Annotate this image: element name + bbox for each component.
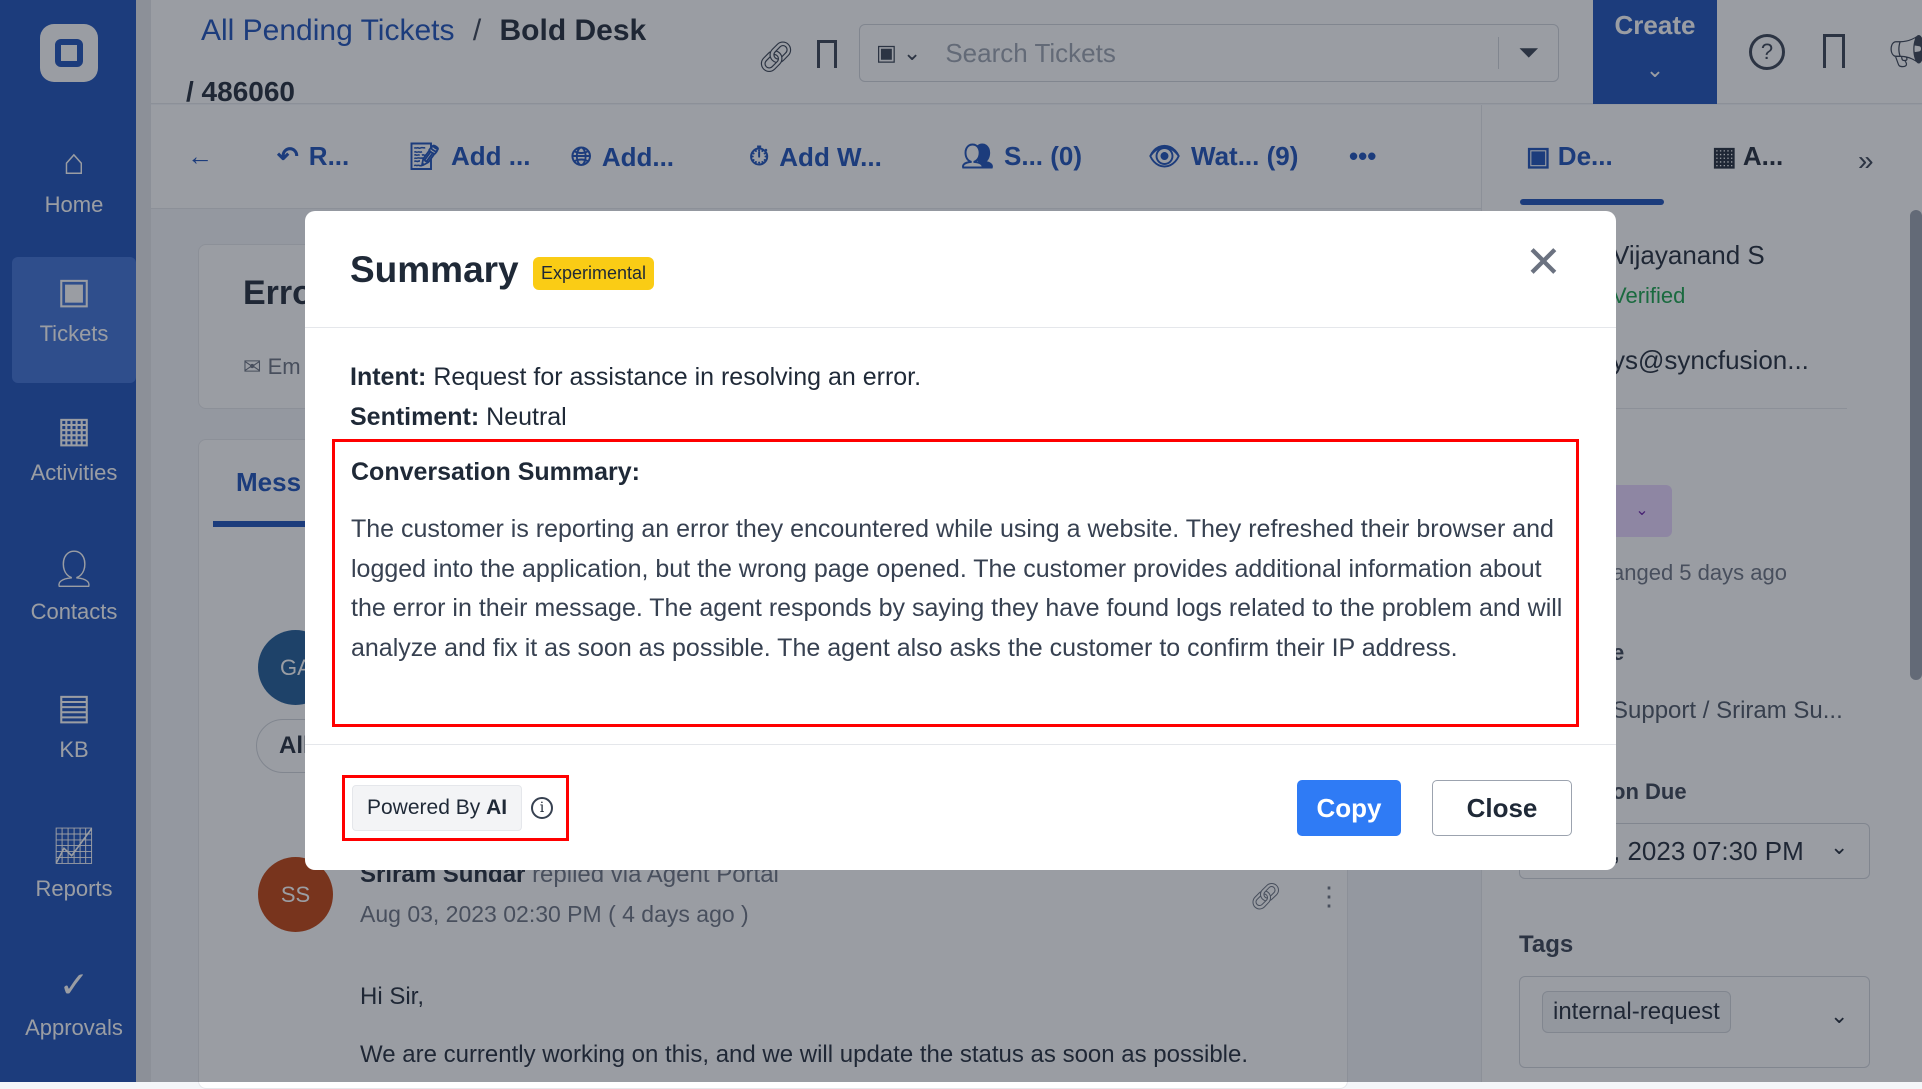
dialog-title: Summary [350,249,519,290]
info-icon[interactable]: i [531,797,553,819]
close-icon[interactable]: ✕ [1525,241,1562,285]
summary-text: The customer is reporting an error they … [351,515,1563,662]
close-button[interactable]: Close [1432,780,1572,836]
copy-button[interactable]: Copy [1297,780,1401,836]
summary-heading: Conversation Summary: [351,458,640,486]
intent-value: Request for assistance in resolving an e… [433,363,922,391]
summary-dialog: Summary Experimental ✕ Intent: Request f… [305,211,1616,870]
sentiment-label: Sentiment: [350,403,480,431]
powered-by-ai-label: Powered By AI [352,785,523,831]
experimental-badge: Experimental [533,257,655,290]
powered-by-highlight-box: Powered By AI i [342,775,569,841]
summary-highlight-box: Conversation Summary: The customer is re… [332,439,1579,727]
sentiment-value: Neutral [486,403,567,431]
intent-label: Intent: [350,363,427,391]
